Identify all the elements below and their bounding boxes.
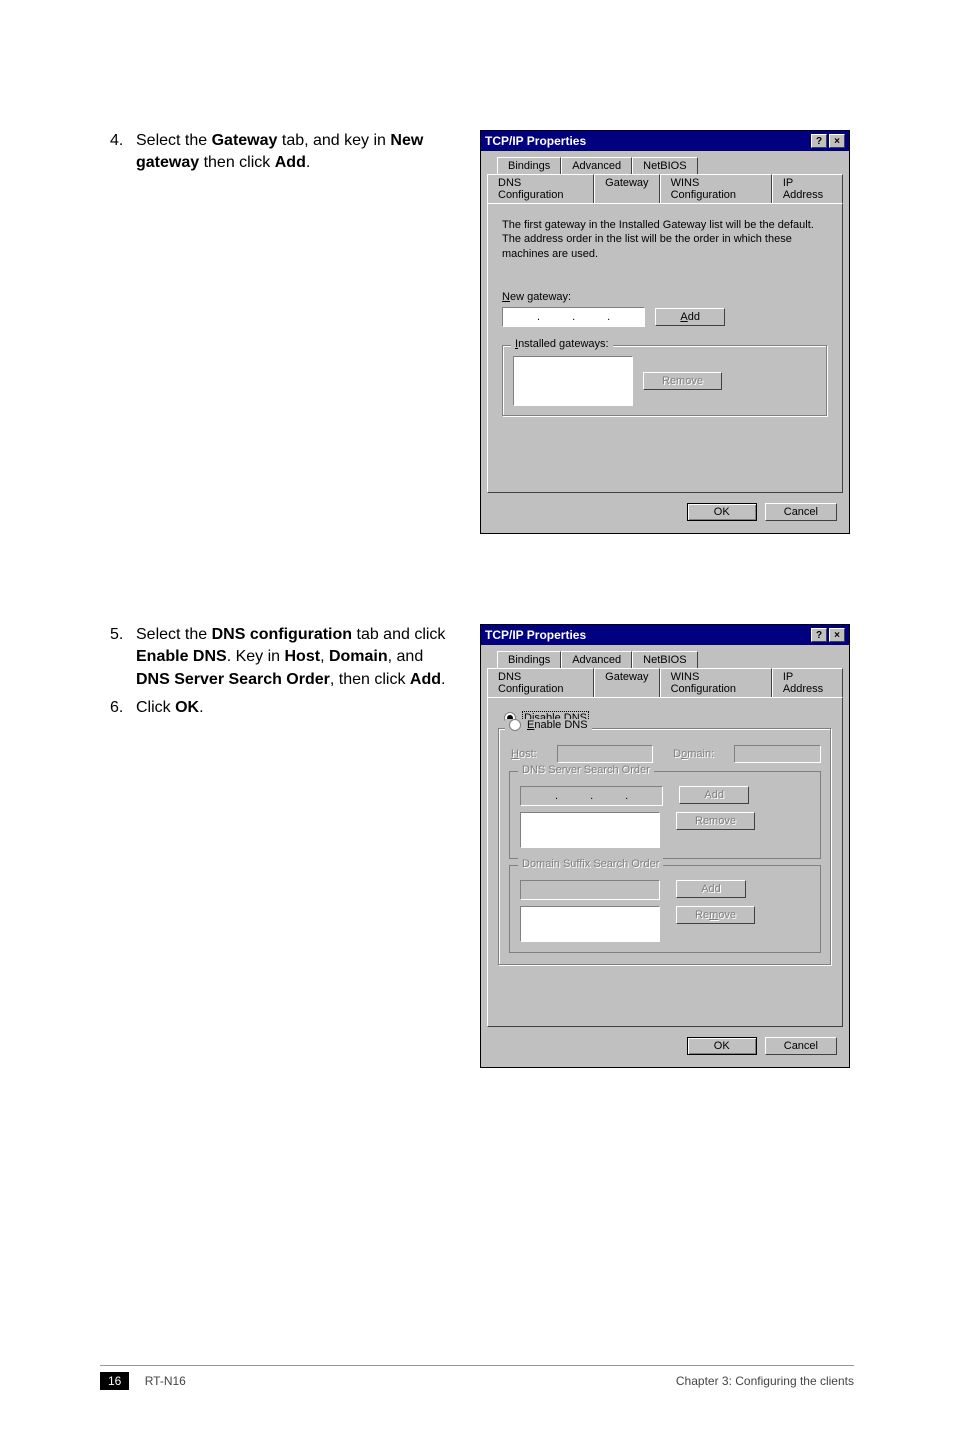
- cancel-button[interactable]: Cancel: [765, 503, 837, 521]
- ok-button[interactable]: OK: [687, 503, 757, 521]
- tab-wins-configuration[interactable]: WINS Configuration: [660, 668, 772, 697]
- text: .: [306, 154, 310, 171]
- text: ,: [320, 648, 329, 665]
- tab-advanced[interactable]: Advanced: [561, 651, 632, 668]
- text: , and: [388, 648, 424, 665]
- step-text: Click OK.: [136, 697, 450, 719]
- ip-octet-2[interactable]: [542, 311, 570, 323]
- domain-input[interactable]: [734, 745, 821, 763]
- dialog-title: TCP/IP Properties: [485, 134, 586, 148]
- installed-gateways-list[interactable]: [513, 356, 633, 406]
- footer-left: 16 RT-N16: [100, 1374, 186, 1388]
- tab-dns-configuration[interactable]: DNS Configuration: [487, 668, 594, 697]
- tab-wins-configuration[interactable]: WINS Configuration: [660, 174, 772, 203]
- new-gateway-label: NNew gateway:ew gateway:: [502, 291, 828, 303]
- tab-netbios[interactable]: NetBIOS: [632, 157, 697, 174]
- bold: Enable DNS: [136, 648, 227, 665]
- text: tab and click: [352, 626, 445, 643]
- footer-chapter: Chapter 3: Configuring the clients: [676, 1374, 854, 1388]
- dns-order-list[interactable]: [520, 812, 660, 848]
- remove-suffix-button[interactable]: Remove: [676, 906, 755, 924]
- add-suffix-button[interactable]: Add: [676, 880, 746, 898]
- tcpip-properties-dialog-dns: TCP/IP Properties ? × Bindings Advanced …: [480, 624, 850, 1068]
- close-icon[interactable]: ×: [829, 628, 845, 642]
- page-footer: 16 RT-N16 Chapter 3: Configuring the cli…: [100, 1365, 854, 1388]
- text: tab, and key in: [277, 132, 390, 149]
- cancel-button[interactable]: Cancel: [765, 1037, 837, 1055]
- step-number: 4.: [110, 130, 136, 175]
- tab-ip-address[interactable]: IP Address: [772, 174, 843, 203]
- tab-gateway[interactable]: Gateway: [594, 668, 659, 697]
- ip-octet-3[interactable]: [577, 311, 605, 323]
- step-number: 5.: [110, 624, 136, 691]
- text: Click: [136, 699, 175, 716]
- ip-octet-2[interactable]: [560, 790, 588, 802]
- step-number: 6.: [110, 697, 136, 719]
- bold: OK: [175, 699, 199, 716]
- host-input[interactable]: [557, 745, 653, 763]
- tab-dns-configuration[interactable]: DNS Configuration: [487, 174, 594, 203]
- bold: DNS Server Search Order: [136, 671, 330, 688]
- bold: Domain: [329, 648, 388, 665]
- dns-search-order-label: DNS Server Search Order: [518, 764, 654, 776]
- text: , then click: [330, 671, 410, 688]
- titlebar: TCP/IP Properties ? ×: [481, 625, 849, 645]
- remove-dns-button[interactable]: Remove: [676, 812, 755, 830]
- help-icon[interactable]: ?: [811, 628, 827, 642]
- bold: Host: [285, 648, 321, 665]
- ip-octet-4[interactable]: [630, 790, 658, 802]
- add-gateway-button[interactable]: Add: [655, 308, 725, 326]
- step-text: Select the Gateway tab, and key in New g…: [136, 130, 450, 175]
- text: . Key in: [227, 648, 285, 665]
- titlebar: TCP/IP Properties ? ×: [481, 131, 849, 151]
- ip-octet-1[interactable]: [507, 311, 535, 323]
- tab-gateway[interactable]: Gateway: [594, 174, 659, 203]
- enable-dns-radio[interactable]: Enable DNS Enable DNS: [505, 719, 592, 731]
- remove-gateway-button[interactable]: Remove: [643, 372, 722, 390]
- text: then click: [199, 154, 275, 171]
- page-number: 16: [100, 1372, 129, 1390]
- tab-netbios[interactable]: NetBIOS: [632, 651, 697, 668]
- text: .: [199, 699, 203, 716]
- bold: Add: [275, 154, 306, 171]
- step-5: 5. Select the DNS configuration tab and …: [110, 624, 450, 691]
- tab-bindings[interactable]: Bindings: [497, 157, 561, 174]
- ip-octet-1[interactable]: [525, 790, 553, 802]
- bold: Gateway: [212, 132, 278, 149]
- dialog-title: TCP/IP Properties: [485, 628, 586, 642]
- tab-ip-address[interactable]: IP Address: [772, 668, 843, 697]
- close-icon[interactable]: ×: [829, 134, 845, 148]
- domain-suffix-label: Domain Suffix Search Order: [518, 858, 663, 870]
- step-4: 4. Select the Gateway tab, and key in Ne…: [110, 130, 450, 175]
- text: Select the: [136, 626, 212, 643]
- installed-gateways-label: Installed gateways:: [511, 338, 613, 350]
- gateway-info-text: The first gateway in the Installed Gatew…: [502, 218, 828, 261]
- text: .: [441, 671, 445, 688]
- ok-button[interactable]: OK: [687, 1037, 757, 1055]
- bold: DNS configuration: [212, 626, 352, 643]
- new-gateway-input[interactable]: . . .: [502, 307, 645, 327]
- ip-octet-3[interactable]: [595, 790, 623, 802]
- tcpip-properties-dialog-gateway: TCP/IP Properties ? × Bindings Advanced …: [480, 130, 850, 534]
- step-text: Select the DNS configuration tab and cli…: [136, 624, 450, 691]
- suffix-order-list[interactable]: [520, 906, 660, 942]
- step-6: 6. Click OK.: [110, 697, 450, 719]
- domain-suffix-input[interactable]: [520, 880, 660, 900]
- footer-model: RT-N16: [145, 1374, 186, 1388]
- tab-bindings[interactable]: Bindings: [497, 651, 561, 668]
- radio-icon: [509, 719, 521, 731]
- add-dns-button[interactable]: Add: [679, 786, 749, 804]
- help-icon[interactable]: ?: [811, 134, 827, 148]
- bold: Add: [410, 671, 441, 688]
- domain-label: Domain:: [673, 748, 714, 760]
- dns-server-input[interactable]: . . .: [520, 786, 663, 806]
- host-label: Host:: [511, 748, 537, 760]
- tab-advanced[interactable]: Advanced: [561, 157, 632, 174]
- text: Select the: [136, 132, 212, 149]
- ip-octet-4[interactable]: [612, 311, 640, 323]
